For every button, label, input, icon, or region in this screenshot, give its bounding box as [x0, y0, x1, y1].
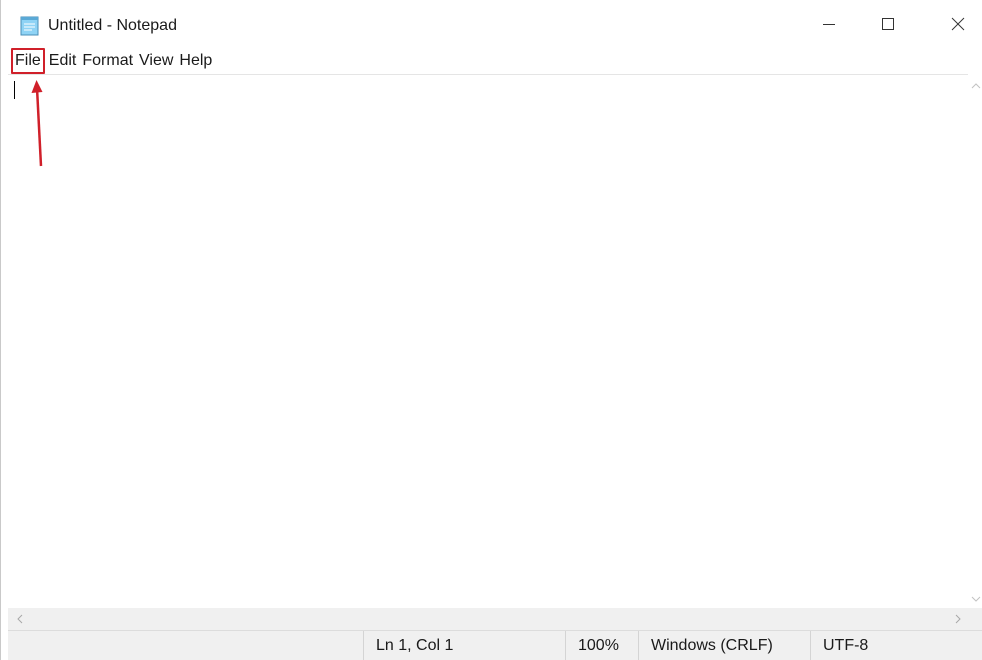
title-bar[interactable]: Untitled - Notepad: [1, 0, 982, 48]
minimize-button[interactable]: [806, 8, 852, 44]
scroll-up-icon[interactable]: [968, 78, 982, 93]
menu-bar: File Edit Format View Help: [1, 48, 982, 74]
text-caret: [14, 81, 15, 99]
vertical-scrollbar[interactable]: [968, 74, 982, 608]
menu-format[interactable]: Format: [79, 50, 136, 72]
menu-file[interactable]: File: [11, 48, 45, 74]
text-editor[interactable]: [8, 74, 968, 608]
zoom-level: 100%: [565, 631, 638, 660]
encoding: UTF-8: [810, 631, 982, 660]
horizontal-scrollbar[interactable]: [8, 608, 968, 630]
line-ending: Windows (CRLF): [638, 631, 810, 660]
annotation-arrow-icon: [29, 74, 53, 174]
close-icon: [951, 17, 965, 36]
notepad-icon: [18, 16, 40, 36]
menu-help[interactable]: Help: [176, 50, 215, 72]
window-title: Untitled - Notepad: [48, 17, 177, 34]
notepad-window: Untitled - Notepad File Edit Format View…: [0, 0, 982, 660]
close-button[interactable]: [935, 8, 981, 44]
maximize-icon: [881, 17, 895, 36]
scroll-down-icon[interactable]: [968, 591, 982, 606]
scrollbar-corner: [968, 608, 982, 630]
menu-view[interactable]: View: [136, 50, 176, 72]
menu-edit[interactable]: Edit: [46, 50, 80, 72]
cursor-position: Ln 1, Col 1: [363, 631, 565, 660]
scroll-left-icon[interactable]: [12, 611, 28, 627]
minimize-icon: [822, 17, 836, 36]
scroll-right-icon[interactable]: [950, 611, 966, 627]
status-bar: Ln 1, Col 1 100% Windows (CRLF) UTF-8: [8, 630, 982, 660]
maximize-button[interactable]: [865, 8, 911, 44]
